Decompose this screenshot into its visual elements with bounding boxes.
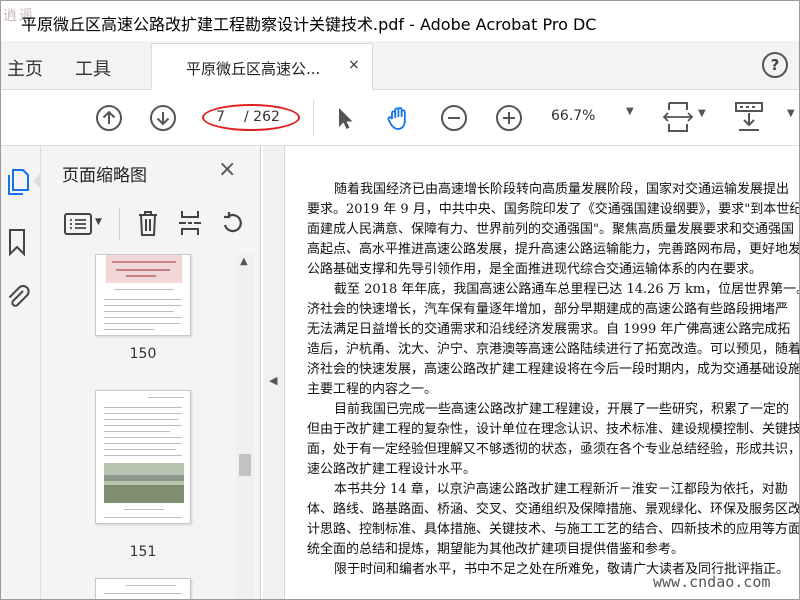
doc-line: 随着我国经济已由高速增长阶段转向高质量发展阶段，国家对交通运输发展提出 <box>334 182 790 197</box>
fit-dropdown-icon[interactable]: ▼ <box>698 108 706 119</box>
scroll-mode-icon[interactable] <box>734 101 764 133</box>
more-tools-dropdown-icon[interactable]: ▼ <box>787 108 795 119</box>
options-dropdown-icon[interactable]: ▼ <box>95 217 102 227</box>
help-icon[interactable]: ? <box>762 52 788 78</box>
doc-line: 本书共分 14 章，以京沪高速公路改扩建工程新沂－淮安－江都段为依托，对勘 <box>334 482 788 497</box>
title-bar: 逍遥 平原微丘区高速公路改扩建工程勘察设计关键技术.pdf - Adobe Ac… <box>1 1 799 41</box>
page-number-input[interactable]: 7 <box>216 109 244 127</box>
previous-page-icon[interactable] <box>95 104 123 132</box>
window-title: 平原微丘区高速公路改扩建工程勘察设计关键技术.pdf - Adobe Acrob… <box>21 15 597 34</box>
doc-line: 目前我国已完成一些高速公路改扩建工程建设，开展了一些研究，积累了一定的 <box>334 402 790 417</box>
left-navigation-rail <box>1 146 42 599</box>
zoom-dropdown-icon[interactable]: ▼ <box>626 106 634 117</box>
doc-line: 要求。2019 年 9 月，中共中央、国务院印发了《交通强国建设纲要》，要求"到… <box>307 202 800 217</box>
extract-page-icon[interactable] <box>177 209 203 237</box>
next-page-icon[interactable] <box>149 104 177 132</box>
zoom-level-field[interactable]: 66.7% <box>551 108 626 124</box>
doc-line: 体、路线、路基路面、桥涵、交叉、交通组织及保障措施、景观绿化、环保及服务区改造等 <box>307 502 800 517</box>
options-menu-icon[interactable] <box>63 212 93 236</box>
panel-title: 页面缩略图 <box>62 166 147 186</box>
doc-line: 主要工程的内容之一。 <box>307 382 438 397</box>
thumbnail-page-next[interactable] <box>95 578 191 599</box>
panel-divider <box>119 208 120 240</box>
collapse-panel-icon[interactable]: ◀ <box>269 374 277 387</box>
select-cursor-icon[interactable] <box>331 104 359 132</box>
doc-line: 面建成人民满意、保障有力、世界前列的交通强国"。聚焦高质量发展要求和交通强国 <box>307 222 794 237</box>
thumbnail-figure <box>106 255 182 283</box>
doc-line: 济社会的快速增长，汽车保有量逐年增加，部分早期建成的高速公路有些路段拥堵严 <box>307 302 789 317</box>
hand-tool-icon[interactable] <box>385 104 413 132</box>
zoom-out-icon[interactable] <box>440 104 468 132</box>
doc-line: 速公路改扩建工程设计水平。 <box>307 462 477 477</box>
doc-line: 造后，沪杭甬、沈大、沪宁、京港澳等高速公路陆续进行了拓宽改造。可以预见，随着我 <box>307 342 800 357</box>
doc-line: 计思路、控制标准、具体措施、关键技术、与施工工艺的结合、四新技术的应用等方面进 <box>307 522 800 537</box>
doc-line: 无法满足日益增长的交通需求和沿线经济发展需求。自 1999 年广佛高速公路完成拓 <box>307 322 791 337</box>
doc-line: 公路基础支撑和先导引领作用，是全面推进现代综合交通运输体系的内在要求。 <box>307 262 763 277</box>
thumbnail-scrollbar[interactable]: ▲ <box>236 254 254 599</box>
thumbnails-panel: 页面缩略图 × ▼ 150 151 ▲ <box>41 146 261 599</box>
page-number-box: 7 / 262 <box>202 104 300 131</box>
document-tab-label: 平原微丘区高速公... <box>186 60 321 78</box>
doc-line: 但由于改扩建工程的复杂性，设计单位在理念认识、技术标准、建设规模控制、关键技术 <box>307 422 800 437</box>
thumbnail-label-150: 150 <box>129 346 157 362</box>
attachment-icon[interactable] <box>5 282 31 310</box>
thumbnail-page-151[interactable] <box>95 390 191 524</box>
home-menu[interactable]: 主页 <box>7 55 43 81</box>
fit-page-icon[interactable] <box>661 100 695 134</box>
acrobat-window: 逍遥 平原微丘区高速公路改扩建工程勘察设计关键技术.pdf - Adobe Ac… <box>0 0 800 600</box>
menu-tab-row: 主页 工具 平原微丘区高速公... × ? <box>1 41 799 90</box>
thumbnail-page-150[interactable] <box>95 254 191 336</box>
site-watermark: www.cndao.com <box>653 573 771 591</box>
panel-splitter[interactable]: ◀ <box>263 146 285 599</box>
document-page: 随着我国经济已由高速增长阶段转向高质量发展阶段，国家对交通运输发展提出 要求。2… <box>286 146 800 599</box>
doc-line: 高起点、高水平推进高速公路发展，提升高速公路运输能力，完善路网布局，更好地发挥 <box>307 242 800 257</box>
document-tab[interactable]: 平原微丘区高速公... × <box>151 43 373 90</box>
delete-icon[interactable] <box>137 209 159 237</box>
doc-line: 济社会的快速发展，高速公路改扩建工程建设将在今后一段时期内，成为交通基础设施 <box>307 362 800 377</box>
scrollbar-thumb[interactable] <box>239 454 251 476</box>
zoom-in-icon[interactable] <box>495 104 523 132</box>
scroll-up-icon[interactable]: ▲ <box>240 256 248 267</box>
page-thumbnails-icon[interactable] <box>6 168 30 196</box>
thumbnail-label-151: 151 <box>129 544 157 560</box>
page-total: / 262 <box>244 109 280 125</box>
close-tab-icon[interactable]: × <box>348 57 360 73</box>
thumbnail-photo <box>104 463 184 503</box>
toolbar: 7 / 262 66.7% ▼ ▼ ▼ <box>1 90 799 146</box>
panel-toolbar: ▼ <box>41 198 261 250</box>
toolbar-divider <box>313 100 314 136</box>
doc-line: 截至 2018 年年底，我国高速公路通车总里程已达 14.26 万 km，位居世… <box>334 282 800 297</box>
rotate-icon[interactable] <box>219 209 245 237</box>
thumbnail-list: 150 151 <box>41 254 236 599</box>
doc-line: 面，处于有一定经验但理解又不够透彻的状态，亟须在各个专业总结经验，形成共识，提 <box>307 442 800 457</box>
bookmark-icon[interactable] <box>7 228 27 256</box>
tools-menu[interactable]: 工具 <box>75 55 111 81</box>
doc-line: 统全面的总结和提炼，期望能为其他改扩建项目提供借鉴和参考。 <box>307 542 685 557</box>
panel-close-icon[interactable]: × <box>218 157 236 182</box>
